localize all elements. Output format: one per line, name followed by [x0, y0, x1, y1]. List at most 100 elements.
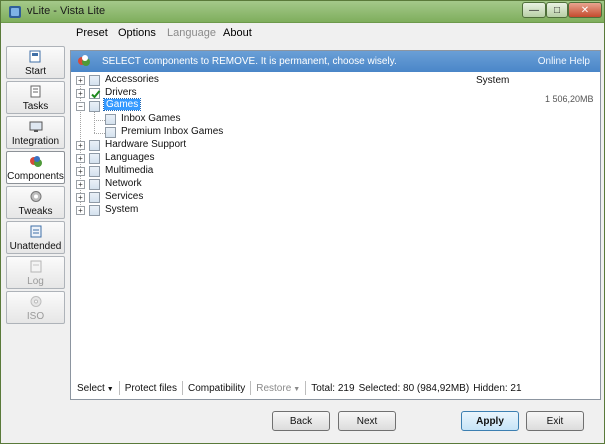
tree-label: Services: [105, 191, 144, 202]
menu-bar: Preset Options Language About: [1, 23, 604, 43]
menu-options[interactable]: Options: [118, 27, 156, 39]
iso-icon: [30, 296, 42, 307]
tree-checkbox[interactable]: [89, 140, 100, 151]
tree-checkbox[interactable]: [89, 205, 100, 216]
tree-item-hardware-support[interactable]: + Hardware Support: [71, 138, 331, 151]
sidebar-item-start[interactable]: Start: [6, 46, 65, 79]
tree-checkbox[interactable]: [89, 101, 100, 112]
components-panel: SELECT components to REMOVE. It is perma…: [70, 50, 601, 400]
expand-icon[interactable]: +: [76, 154, 85, 163]
menu-about[interactable]: About: [223, 27, 252, 39]
details-category: System: [476, 75, 510, 86]
expand-icon[interactable]: +: [76, 180, 85, 189]
minimize-icon: —: [529, 4, 539, 16]
status-bar: Select ▼ Protect files Compatibility Rest…: [72, 379, 599, 397]
sidebar-item-label: Unattended: [9, 241, 62, 252]
expand-icon[interactable]: +: [76, 89, 85, 98]
banner-text: SELECT components to REMOVE. It is perma…: [102, 56, 397, 67]
maximize-button[interactable]: □: [546, 2, 568, 18]
tree-item-inbox-games[interactable]: Inbox Games: [71, 112, 331, 125]
sidebar-item-label: Start: [24, 66, 47, 77]
tree-item-languages[interactable]: + Languages: [71, 151, 331, 164]
unattended-icon: [30, 225, 42, 238]
minimize-button[interactable]: —: [522, 2, 546, 18]
components-icon: [30, 156, 42, 167]
protect-files-button[interactable]: Protect files: [120, 383, 182, 394]
tree-checkbox[interactable]: [89, 166, 100, 177]
tree-label: Inbox Games: [121, 113, 181, 124]
close-icon: ✕: [580, 4, 590, 16]
tree-checkbox[interactable]: [105, 127, 116, 138]
sidebar-item-label: Components: [7, 171, 64, 182]
integration-icon: [29, 121, 43, 132]
title-bar[interactable]: vLite - Vista Lite — □ ✕: [1, 1, 604, 23]
vlite-window: vLite - Vista Lite — □ ✕ Preset Options …: [0, 0, 605, 444]
tree-item-system[interactable]: + System: [71, 203, 331, 216]
sidebar-item-tasks[interactable]: Tasks: [6, 81, 65, 114]
tree-item-services[interactable]: + Services: [71, 190, 331, 203]
sidebar-item-components[interactable]: Components: [6, 151, 65, 184]
components-icon: [78, 55, 90, 66]
hidden-count: Hidden: 21: [473, 382, 522, 394]
tree-label: Premium Inbox Games: [121, 126, 224, 137]
window-title: vLite - Vista Lite: [27, 5, 106, 17]
tree-checkbox[interactable]: [89, 88, 101, 99]
selected-count: Selected: 80 (984,92MB): [358, 382, 470, 394]
app-icon: [9, 6, 21, 18]
sidebar: Start Tasks Integration Components Tweak…: [6, 46, 65, 324]
tree-label: Accessories: [105, 74, 159, 85]
select-menu[interactable]: Select ▼: [72, 383, 119, 394]
tree-label: Drivers: [105, 87, 137, 98]
log-icon: [30, 260, 42, 273]
expand-icon[interactable]: +: [76, 193, 85, 202]
sidebar-item-integration[interactable]: Integration: [6, 116, 65, 149]
dropdown-arrow-icon: ▼: [293, 385, 301, 393]
tree-item-multimedia[interactable]: + Multimedia: [71, 164, 331, 177]
sidebar-item-iso[interactable]: ISO: [6, 291, 65, 324]
tree-checkbox[interactable]: [89, 192, 100, 203]
expand-icon[interactable]: +: [76, 141, 85, 150]
tree-label: Hardware Support: [105, 139, 187, 150]
sidebar-item-label: Tweaks: [18, 206, 53, 217]
expand-icon[interactable]: +: [76, 206, 85, 215]
online-help-link[interactable]: Online Help: [538, 56, 590, 67]
tree-checkbox[interactable]: [89, 153, 100, 164]
sidebar-item-label: Tasks: [22, 101, 49, 112]
compatibility-button[interactable]: Compatibility: [183, 383, 250, 394]
tree-item-premium-inbox-games[interactable]: Premium Inbox Games: [71, 125, 331, 138]
back-button[interactable]: Back: [272, 411, 330, 431]
sidebar-item-label: Log: [27, 276, 44, 287]
tree-checkbox[interactable]: [89, 75, 100, 86]
apply-button[interactable]: Apply: [461, 411, 519, 431]
next-button[interactable]: Next: [338, 411, 396, 431]
tree-item-games[interactable]: − Games: [71, 98, 331, 112]
tree-label: Network: [105, 178, 142, 189]
tweaks-icon: [30, 191, 42, 202]
exit-button[interactable]: Exit: [526, 411, 584, 431]
sidebar-item-log[interactable]: Log: [6, 256, 65, 289]
restore-menu[interactable]: Restore ▼: [251, 383, 305, 394]
sidebar-item-label: Integration: [11, 136, 60, 147]
expand-icon[interactable]: +: [76, 167, 85, 176]
maximize-icon: □: [553, 4, 561, 16]
dropdown-arrow-icon: ▼: [106, 385, 114, 393]
details-size: 1 506,20MB: [545, 94, 594, 104]
menu-preset[interactable]: Preset: [76, 27, 108, 39]
tree-label: Languages: [105, 152, 155, 163]
menu-language[interactable]: Language: [167, 27, 216, 39]
tree-item-drivers[interactable]: + Drivers: [71, 86, 331, 99]
sidebar-item-unattended[interactable]: Unattended: [6, 221, 65, 254]
sidebar-item-tweaks[interactable]: Tweaks: [6, 186, 65, 219]
close-button[interactable]: ✕: [568, 2, 602, 18]
start-icon: [29, 50, 41, 63]
tree-checkbox[interactable]: [89, 179, 100, 190]
tree-label: Multimedia: [105, 165, 154, 176]
tree-label: System: [105, 204, 139, 215]
info-banner: SELECT components to REMOVE. It is perma…: [71, 51, 600, 72]
expand-icon[interactable]: +: [76, 76, 85, 85]
tree-item-accessories[interactable]: + Accessories: [71, 73, 331, 86]
collapse-icon[interactable]: −: [76, 102, 85, 111]
tasks-icon: [30, 85, 41, 98]
tree-item-network[interactable]: + Network: [71, 177, 331, 190]
tree-checkbox[interactable]: [105, 114, 116, 125]
